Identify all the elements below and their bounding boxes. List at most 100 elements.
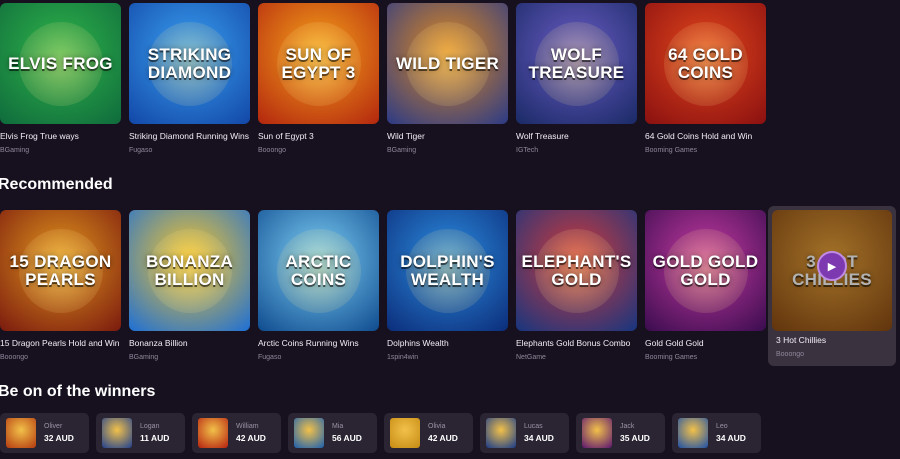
game-card[interactable]: DOLPHIN'S WEALTH Dolphins Wealth 1spin4win <box>387 210 508 361</box>
game-art-title: GOLD GOLD GOLD <box>652 252 759 289</box>
game-art-title: 15 DRAGON PEARLS <box>9 252 112 289</box>
game-thumbnail[interactable]: STRIKING DIAMOND <box>129 3 250 124</box>
winner-item[interactable]: William 42 AUD <box>192 413 281 453</box>
winner-name: Mia <box>332 423 344 430</box>
winner-info: William 42 AUD <box>236 423 266 443</box>
game-provider: Booming Games <box>645 147 698 154</box>
game-thumbnail[interactable]: DOLPHIN'S WEALTH <box>387 210 508 331</box>
game-art-title: ELEPHANT'S GOLD <box>521 252 632 289</box>
game-title[interactable]: Gold Gold Gold <box>645 338 766 348</box>
game-title[interactable]: Striking Diamond Running Wins <box>129 131 250 141</box>
winner-name: William <box>236 423 259 430</box>
winner-game-thumbnail[interactable] <box>678 418 708 448</box>
game-art-title: WILD TIGER <box>395 53 500 73</box>
game-art-title: WOLF TREASURE <box>528 45 625 82</box>
game-title[interactable]: Dolphins Wealth <box>387 338 508 348</box>
game-provider: BGaming <box>129 354 159 361</box>
winner-amount: 56 AUD <box>332 433 362 443</box>
recommended-heading: Recommended <box>0 176 113 193</box>
winner-name: Leo <box>716 423 728 430</box>
game-title[interactable]: Wild Tiger <box>387 131 508 141</box>
game-card[interactable]: 15 DRAGON PEARLS 15 Dragon Pearls Hold an… <box>0 210 121 361</box>
game-thumbnail[interactable]: SUN OF EGYPT 3 <box>258 3 379 124</box>
game-title[interactable]: Bonanza Billion <box>129 338 250 348</box>
winner-item[interactable]: Oliver 32 AUD <box>0 413 89 453</box>
winners-row: Oliver 32 AUD Logan 11 AUD William 42 AUD Mia 5… <box>0 413 768 453</box>
game-thumbnail[interactable]: 15 DRAGON PEARLS <box>0 210 121 331</box>
game-card[interactable]: STRIKING DIAMOND Striking Diamond Running… <box>129 3 250 154</box>
game-thumbnail[interactable]: 64 GOLD COINS <box>645 3 766 124</box>
winner-game-thumbnail[interactable] <box>582 418 612 448</box>
recommended-games-row: 15 DRAGON PEARLS 15 Dragon Pearls Hold an… <box>0 210 774 361</box>
game-provider: Fugaso <box>258 354 282 361</box>
game-thumbnail[interactable]: GOLD GOLD GOLD <box>645 210 766 331</box>
winner-game-thumbnail[interactable] <box>390 418 420 448</box>
game-card[interactable]: 64 GOLD COINS 64 Gold Coins Hold and Win B… <box>645 3 766 154</box>
winner-info: Olivia 42 AUD <box>428 423 458 443</box>
game-thumbnail[interactable]: WOLF TREASURE <box>516 3 637 124</box>
winner-game-thumbnail[interactable] <box>486 418 516 448</box>
game-card-hovered[interactable]: 3 HOT CHILLIES ▶ 3 Hot Chillies Booongo <box>768 206 896 366</box>
winner-game-thumbnail[interactable] <box>198 418 228 448</box>
game-title[interactable]: Elephants Gold Bonus Combo <box>516 338 637 348</box>
game-title[interactable]: Arctic Coins Running Wins <box>258 338 379 348</box>
game-card[interactable]: BONANZA BILLION Bonanza Billion BGaming <box>129 210 250 361</box>
winner-info: Jack 35 AUD <box>620 423 650 443</box>
game-provider: Booming Games <box>645 354 698 361</box>
winner-info: Mia 56 AUD <box>332 423 362 443</box>
game-provider: 1spin4win <box>387 354 419 361</box>
play-icon[interactable]: ▶ <box>817 251 847 281</box>
winner-name: Lucas <box>524 423 543 430</box>
game-art-title: ARCTIC COINS <box>285 252 352 289</box>
winner-info: Lucas 34 AUD <box>524 423 554 443</box>
game-thumbnail[interactable]: ELEPHANT'S GOLD <box>516 210 637 331</box>
game-title[interactable]: Elvis Frog True ways <box>0 131 121 141</box>
game-thumbnail[interactable]: BONANZA BILLION <box>129 210 250 331</box>
winner-item[interactable]: Olivia 42 AUD <box>384 413 473 453</box>
winner-item[interactable]: Logan 11 AUD <box>96 413 185 453</box>
winner-item[interactable]: Jack 35 AUD <box>576 413 665 453</box>
game-card[interactable]: SUN OF EGYPT 3 Sun of Egypt 3 Booongo <box>258 3 379 154</box>
game-thumbnail[interactable]: ARCTIC COINS <box>258 210 379 331</box>
game-card[interactable]: ARCTIC COINS Arctic Coins Running Wins Fug… <box>258 210 379 361</box>
game-title[interactable]: Sun of Egypt 3 <box>258 131 379 141</box>
game-provider: Fugaso <box>129 147 153 154</box>
game-provider: Booongo <box>258 147 287 154</box>
winner-game-thumbnail[interactable] <box>294 418 324 448</box>
winner-game-thumbnail[interactable] <box>102 418 132 448</box>
game-provider: IGTech <box>516 147 539 154</box>
winners-heading: Be on of the winners <box>0 383 156 400</box>
winner-item[interactable]: Leo 34 AUD <box>672 413 761 453</box>
game-provider: Booongo <box>776 351 805 358</box>
game-card[interactable]: GOLD GOLD GOLD Gold Gold Gold Booming Game… <box>645 210 766 361</box>
winner-item[interactable]: Lucas 34 AUD <box>480 413 569 453</box>
game-card[interactable]: ELEPHANT'S GOLD Elephants Gold Bonus Comb… <box>516 210 637 361</box>
winner-amount: 34 AUD <box>524 433 554 443</box>
winner-name: Olivia <box>428 423 446 430</box>
winner-amount: 35 AUD <box>620 433 650 443</box>
winner-game-thumbnail[interactable] <box>6 418 36 448</box>
winner-amount: 42 AUD <box>428 433 458 443</box>
game-art-title: 64 GOLD COINS <box>668 45 743 82</box>
game-card[interactable]: WOLF TREASURE Wolf Treasure IGTech <box>516 3 637 154</box>
game-card[interactable]: WILD TIGER Wild Tiger BGaming <box>387 3 508 154</box>
game-provider: BGaming <box>387 147 417 154</box>
game-art-title: BONANZA BILLION <box>145 252 234 289</box>
game-card[interactable]: ELVIS FROG Elvis Frog True ways BGaming <box>0 3 121 154</box>
game-title[interactable]: 3 Hot Chillies <box>776 335 826 345</box>
game-thumbnail[interactable]: ELVIS FROG <box>0 3 121 124</box>
winner-name: Jack <box>620 423 635 430</box>
game-thumbnail[interactable]: WILD TIGER <box>387 3 508 124</box>
winner-item[interactable]: Mia 56 AUD <box>288 413 377 453</box>
game-title[interactable]: 64 Gold Coins Hold and Win <box>645 131 766 141</box>
game-title[interactable]: Wolf Treasure <box>516 131 637 141</box>
game-art-title: ELVIS FROG <box>8 53 113 73</box>
winner-amount: 42 AUD <box>236 433 266 443</box>
game-title[interactable]: 15 Dragon Pearls Hold and Win <box>0 338 121 348</box>
game-provider: Booongo <box>0 354 29 361</box>
winner-info: Oliver 32 AUD <box>44 423 74 443</box>
game-provider: NetGame <box>516 354 546 361</box>
winner-amount: 32 AUD <box>44 433 74 443</box>
winner-name: Oliver <box>44 423 63 430</box>
game-art-title: STRIKING DIAMOND <box>147 45 232 82</box>
